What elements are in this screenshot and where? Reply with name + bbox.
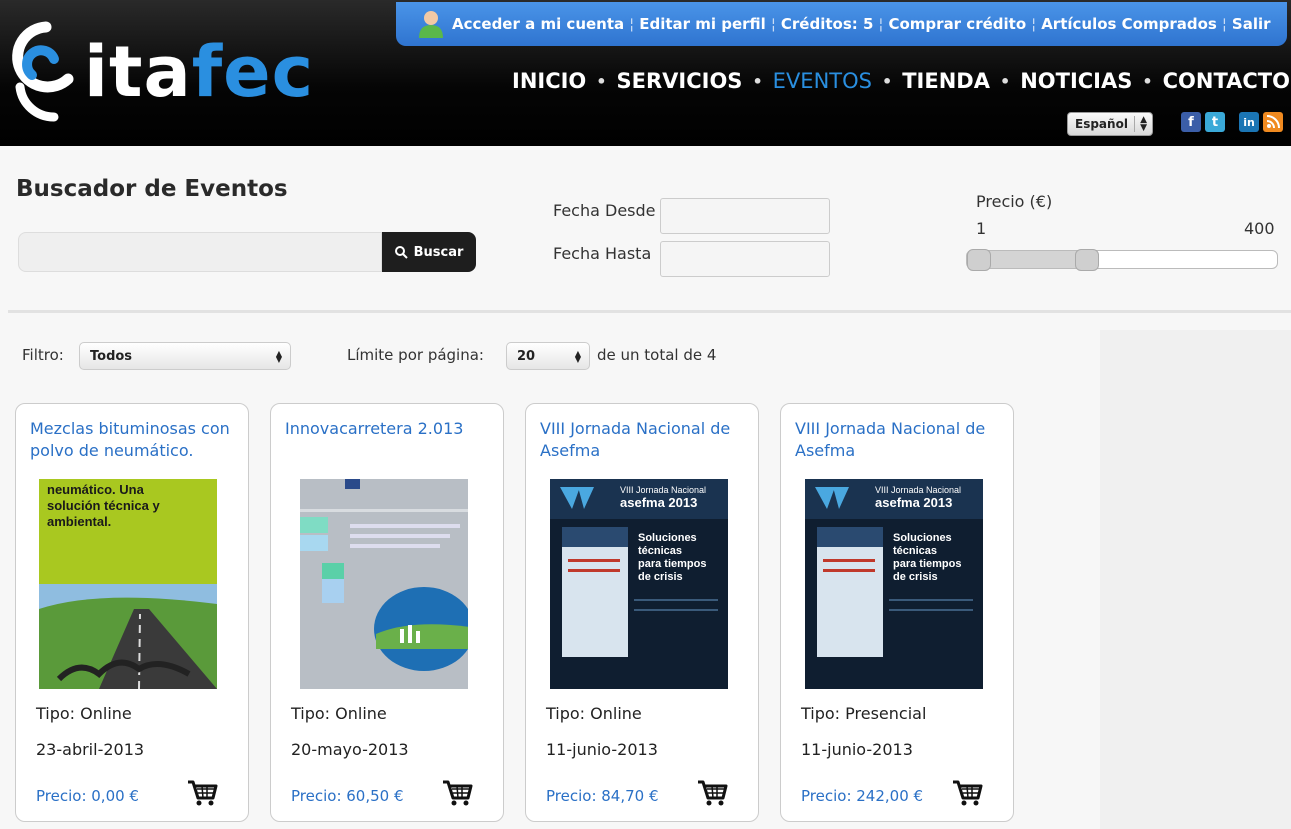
event-price: Precio: 0,00 € xyxy=(36,787,139,805)
svg-text:técnicas: técnicas xyxy=(893,545,937,557)
twitter-icon[interactable]: t xyxy=(1205,112,1225,132)
nav-item-servicios[interactable]: SERVICIOS xyxy=(617,69,743,93)
search-button[interactable]: Buscar xyxy=(382,232,476,272)
event-card: VIII Jornada Nacional de Asefma VIII Jor… xyxy=(780,403,1014,822)
svg-text:técnicas: técnicas xyxy=(638,545,682,557)
divider xyxy=(8,310,1291,313)
language-select[interactable]: Español ▲ ▼ xyxy=(1067,112,1153,136)
date-from-input[interactable] xyxy=(660,198,830,234)
logout-link[interactable]: Salir xyxy=(1232,15,1271,33)
price-max: 400 xyxy=(1244,219,1275,238)
nav-item-contacto[interactable]: CONTACTO xyxy=(1163,69,1290,93)
cart-icon[interactable] xyxy=(186,778,218,808)
search-input[interactable] xyxy=(18,232,382,272)
linkedin-icon[interactable]: in xyxy=(1239,112,1259,132)
limit-label: Límite por página: xyxy=(347,346,484,364)
buy-credit-link[interactable]: Comprar crédito xyxy=(888,15,1026,33)
nav-item-inicio[interactable]: INICIO xyxy=(512,69,586,93)
event-card: Innovacarretera 2.013 Tipo: Online 20-ma… xyxy=(270,403,504,822)
svg-text:Soluciones: Soluciones xyxy=(893,532,952,544)
cart-icon[interactable] xyxy=(441,778,473,808)
event-card: VIII Jornada Nacional de Asefma VIII Jor… xyxy=(525,403,759,822)
event-title-link[interactable]: VIII Jornada Nacional de Asefma xyxy=(540,418,750,462)
select-arrows-icon: ▲ ▼ xyxy=(275,349,282,364)
login-link[interactable]: Acceder a mi cuenta xyxy=(452,15,624,33)
event-image[interactable]: neumático. Una solución técnica y ambien… xyxy=(39,479,217,689)
event-date: 23-abril-2013 xyxy=(36,740,145,759)
select-arrows-icon: ▲ ▼ xyxy=(1134,116,1147,133)
filter-label: Filtro: xyxy=(22,346,64,364)
event-type: Tipo: Online xyxy=(291,704,387,723)
event-date: 20-mayo-2013 xyxy=(291,740,409,759)
event-title-link[interactable]: Innovacarretera 2.013 xyxy=(285,418,495,440)
rss-icon[interactable] xyxy=(1263,112,1283,132)
event-image[interactable] xyxy=(300,479,468,689)
event-price: Precio: 242,00 € xyxy=(801,787,924,805)
search-icon xyxy=(394,245,408,259)
event-type: Tipo: Online xyxy=(546,704,642,723)
event-date: 11-junio-2013 xyxy=(546,740,658,759)
svg-text:Soluciones: Soluciones xyxy=(638,532,697,544)
edit-profile-link[interactable]: Editar mi perfil xyxy=(639,15,766,33)
svg-text:para tiempos: para tiempos xyxy=(638,558,706,570)
svg-text:VIII Jornada Nacional: VIII Jornada Nacional xyxy=(620,485,706,495)
facebook-icon[interactable]: f xyxy=(1181,112,1201,132)
event-price: Precio: 84,70 € xyxy=(546,787,659,805)
site-header: itafec Acceder a mi cuenta ¦ Editar mi p… xyxy=(0,0,1291,146)
nav-item-eventos[interactable]: EVENTOS xyxy=(773,69,872,93)
svg-text:de crisis: de crisis xyxy=(638,571,683,583)
event-type: Tipo: Presencial xyxy=(801,704,927,723)
svg-text:para tiempos: para tiempos xyxy=(893,558,961,570)
total-count: de un total de 4 xyxy=(597,346,717,364)
event-image[interactable]: VIII Jornada Nacional asefma 2013 Soluci… xyxy=(550,479,728,689)
search-title: Buscador de Eventos xyxy=(16,176,288,202)
price-min: 1 xyxy=(976,219,987,238)
select-arrows-icon: ▲ ▼ xyxy=(574,349,581,364)
event-image[interactable]: VIII Jornada Nacional asefma 2013 Soluci… xyxy=(805,479,983,689)
price-label: Precio (€) xyxy=(976,192,1053,211)
purchased-items-link[interactable]: Artículos Comprados xyxy=(1041,15,1217,33)
svg-text:asefma 2013: asefma 2013 xyxy=(620,495,697,510)
main-nav: INICIO • SERVICIOS • EVENTOS • TIENDA • … xyxy=(512,69,1290,93)
user-icon xyxy=(419,11,443,38)
logo-text: itafec xyxy=(84,30,315,113)
svg-text:solución técnica y: solución técnica y xyxy=(47,498,160,513)
nav-item-tienda[interactable]: TIENDA xyxy=(902,69,990,93)
logo-mark-icon xyxy=(12,21,74,122)
event-date: 11-junio-2013 xyxy=(801,740,913,759)
nav-item-noticias[interactable]: NOTICIAS xyxy=(1020,69,1132,93)
sidebar-area xyxy=(1100,330,1291,829)
date-from-label: Fecha Desde xyxy=(553,201,656,220)
svg-text:VIII Jornada Nacional: VIII Jornada Nacional xyxy=(875,485,961,495)
svg-text:de crisis: de crisis xyxy=(893,571,938,583)
date-to-label: Fecha Hasta xyxy=(553,244,652,263)
svg-text:ambiental.: ambiental. xyxy=(47,514,111,529)
event-title-link[interactable]: Mezclas bituminosas con polvo de neumáti… xyxy=(30,418,240,462)
limit-select[interactable]: 20 ▲ ▼ xyxy=(506,342,590,370)
price-slider-min-handle[interactable] xyxy=(967,249,991,271)
site-logo[interactable]: itafec xyxy=(6,14,346,129)
date-to-input[interactable] xyxy=(660,241,830,277)
event-price: Precio: 60,50 € xyxy=(291,787,404,805)
cart-icon[interactable] xyxy=(696,778,728,808)
event-type: Tipo: Online xyxy=(36,704,132,723)
price-slider[interactable] xyxy=(966,249,1278,271)
event-card: Mezclas bituminosas con polvo de neumáti… xyxy=(15,403,249,822)
svg-text:neumático. Una: neumático. Una xyxy=(47,482,145,497)
account-bar: Acceder a mi cuenta ¦ Editar mi perfil ¦… xyxy=(396,2,1287,46)
filter-select[interactable]: Todos ▲ ▼ xyxy=(79,342,291,370)
credits-link[interactable]: Créditos: 5 xyxy=(781,15,874,33)
event-title-link[interactable]: VIII Jornada Nacional de Asefma xyxy=(795,418,1005,462)
price-slider-max-handle[interactable] xyxy=(1074,249,1099,271)
cart-icon[interactable] xyxy=(951,778,983,808)
svg-text:asefma 2013: asefma 2013 xyxy=(875,495,952,510)
